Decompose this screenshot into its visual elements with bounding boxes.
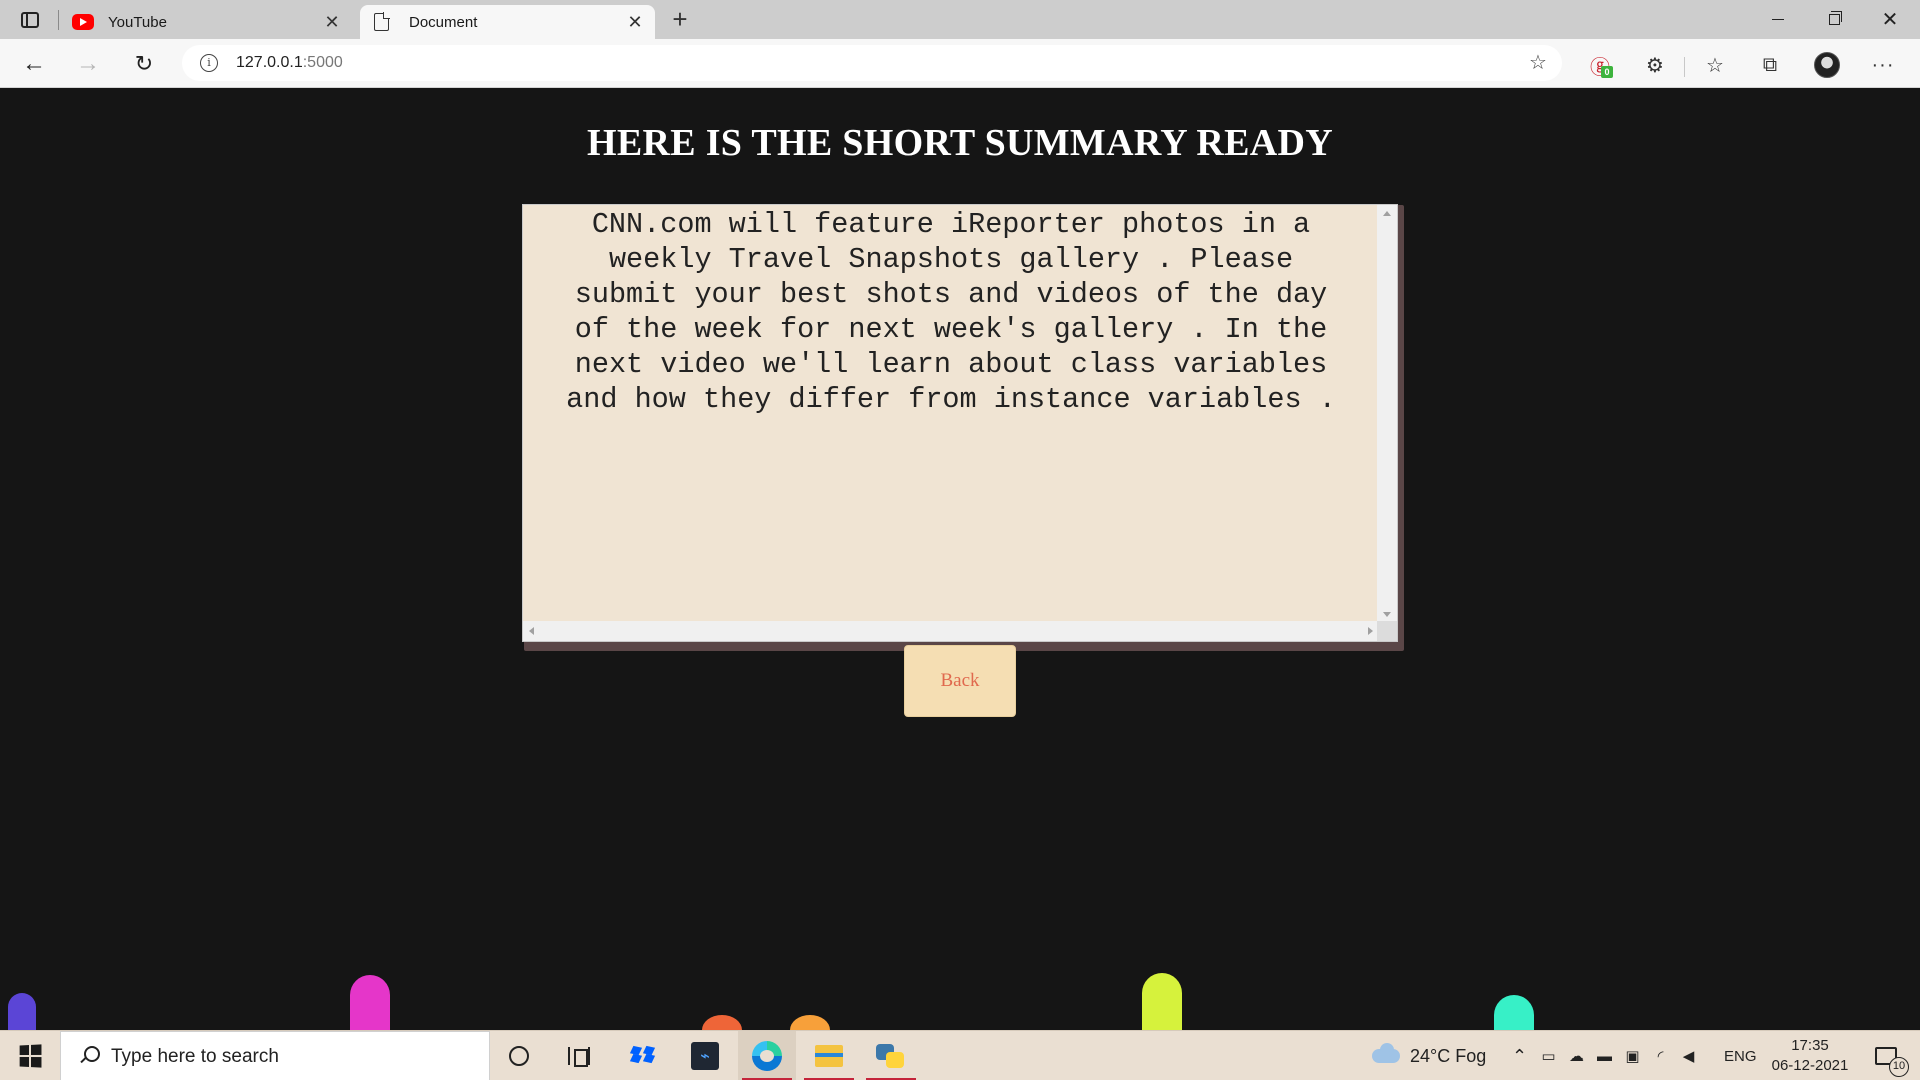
onedrive-icon[interactable]: ☁ <box>1568 1047 1585 1065</box>
extensions-puzzle-icon[interactable]: ⚙ <box>1640 50 1670 80</box>
horizontal-scrollbar[interactable] <box>523 621 1379 641</box>
cortana-button[interactable] <box>490 1031 548 1080</box>
toolbar-separator <box>1684 57 1685 77</box>
cloud-icon <box>1372 1043 1400 1063</box>
taskbar: Type here to search ⌁ 24°C Fog ⌃ ▭ ☁ ▬ ▣… <box>0 1030 1920 1080</box>
clock[interactable]: 17:35 06-12-2021 <box>1770 1031 1850 1080</box>
vertical-scrollbar[interactable] <box>1377 205 1397 623</box>
url-host: 127.0.0.1 <box>236 54 303 71</box>
folder-icon <box>815 1045 843 1067</box>
minimize-button[interactable] <box>1750 0 1806 39</box>
edge-button[interactable] <box>738 1031 796 1080</box>
dropbox-icon <box>629 1045 657 1067</box>
url-port: :5000 <box>302 54 343 71</box>
visual-studio-icon: ⌁ <box>691 1042 719 1070</box>
tracker-badge: 0 <box>1601 66 1613 78</box>
more-options-icon[interactable]: ··· <box>1868 50 1898 80</box>
system-tray-icons: ▭ ☁ ▬ ▣ ◜ ◀ <box>1540 1031 1697 1080</box>
scroll-right-icon[interactable] <box>1368 627 1373 635</box>
tab-youtube[interactable]: YouTube ✕ <box>62 5 352 39</box>
profile-avatar[interactable] <box>1812 50 1842 80</box>
back-button[interactable]: Back <box>904 645 1016 717</box>
page-content: HERE IS THE SHORT SUMMARY READY CNN.com … <box>0 89 1920 1030</box>
tracker-extension-icon[interactable]: ⓖ 0 <box>1585 50 1615 80</box>
back-arrow-icon[interactable]: ← <box>18 48 50 80</box>
youtube-icon <box>72 14 94 30</box>
tab-actions-icon <box>21 12 39 28</box>
clock-date: 06-12-2021 <box>1771 1057 1849 1074</box>
volume-icon[interactable]: ◀ <box>1680 1047 1697 1065</box>
decorative-shape <box>350 975 390 1030</box>
resize-corner[interactable] <box>1377 621 1397 641</box>
language-indicator[interactable]: ENG <box>1724 1031 1757 1080</box>
tab-title: YouTube <box>108 13 167 31</box>
decorative-shape <box>702 1015 742 1030</box>
dropbox-button[interactable] <box>614 1031 672 1080</box>
notification-count: 10 <box>1889 1057 1909 1077</box>
decorative-shape <box>1142 973 1182 1030</box>
search-placeholder: Type here to search <box>111 1046 279 1067</box>
tab-document[interactable]: Document ✕ <box>360 5 655 39</box>
search-icon <box>79 1046 100 1064</box>
document-icon <box>374 12 390 31</box>
show-hidden-icons-chevron-icon[interactable]: ⌃ <box>1512 1031 1527 1080</box>
scroll-left-icon[interactable] <box>529 627 534 635</box>
info-icon[interactable]: i <box>200 54 218 72</box>
display-icon[interactable]: ▣ <box>1624 1047 1641 1065</box>
task-view-icon <box>568 1047 590 1067</box>
address-bar[interactable]: i 127.0.0.1:5000 ☆ <box>182 45 1562 81</box>
forward-arrow-icon[interactable]: → <box>72 48 104 80</box>
restore-button[interactable] <box>1806 0 1862 39</box>
decorative-shape <box>1494 995 1534 1030</box>
visual-studio-button[interactable]: ⌁ <box>676 1031 734 1080</box>
task-view-button[interactable] <box>550 1031 608 1080</box>
file-explorer-button[interactable] <box>800 1031 858 1080</box>
collections-icon[interactable]: ⧉ <box>1755 50 1785 80</box>
close-tab-icon[interactable]: ✕ <box>322 12 342 32</box>
summary-textarea[interactable]: CNN.com will feature iReporter photos in… <box>522 204 1398 642</box>
new-tab-button[interactable]: + <box>667 6 693 32</box>
reload-icon[interactable]: ↻ <box>128 48 160 80</box>
wifi-icon[interactable]: ◜ <box>1652 1047 1669 1065</box>
summary-text: CNN.com will feature iReporter photos in… <box>566 208 1336 416</box>
scroll-up-icon[interactable] <box>1383 211 1391 216</box>
tab-actions-button[interactable] <box>16 8 44 32</box>
browser-toolbar: ← → ↻ i 127.0.0.1:5000 ☆ ⓖ 0 ⚙ ☆ ⧉ ··· <box>0 39 1920 88</box>
close-tab-icon[interactable]: ✕ <box>625 12 645 32</box>
tab-separator <box>58 10 59 30</box>
favorites-icon[interactable]: ☆ <box>1700 50 1730 80</box>
minimize-icon <box>1772 18 1784 21</box>
cortana-icon <box>509 1046 529 1066</box>
weather-text: 24°C Fog <box>1410 1045 1487 1066</box>
url-text[interactable]: 127.0.0.1:5000 <box>236 54 343 72</box>
edge-icon <box>752 1041 782 1071</box>
decorative-shape <box>8 993 36 1030</box>
notification-icon: 10 <box>1875 1047 1909 1077</box>
meet-now-icon[interactable]: ▭ <box>1540 1047 1557 1065</box>
scroll-down-icon[interactable] <box>1383 612 1391 617</box>
decorative-shape <box>790 1015 830 1030</box>
tab-bar: YouTube ✕ Document ✕ + ✕ <box>0 0 1920 39</box>
restore-icon <box>1828 11 1842 25</box>
page-title: HERE IS THE SHORT SUMMARY READY <box>587 122 1333 164</box>
notification-center-button[interactable]: 10 <box>1866 1031 1909 1080</box>
clock-time: 17:35 <box>1791 1037 1829 1054</box>
tab-title: Document <box>409 13 478 31</box>
avatar <box>1814 52 1840 78</box>
weather-widget[interactable]: 24°C Fog <box>1372 1031 1486 1080</box>
add-favorite-icon[interactable]: ☆ <box>1526 51 1550 75</box>
python-button[interactable] <box>862 1031 920 1080</box>
battery-icon[interactable]: ▬ <box>1596 1048 1613 1065</box>
close-window-button[interactable]: ✕ <box>1862 0 1918 39</box>
start-button[interactable] <box>0 1031 60 1080</box>
windows-logo-icon <box>19 1044 42 1068</box>
taskbar-search[interactable]: Type here to search <box>60 1031 490 1080</box>
python-icon <box>876 1042 906 1070</box>
